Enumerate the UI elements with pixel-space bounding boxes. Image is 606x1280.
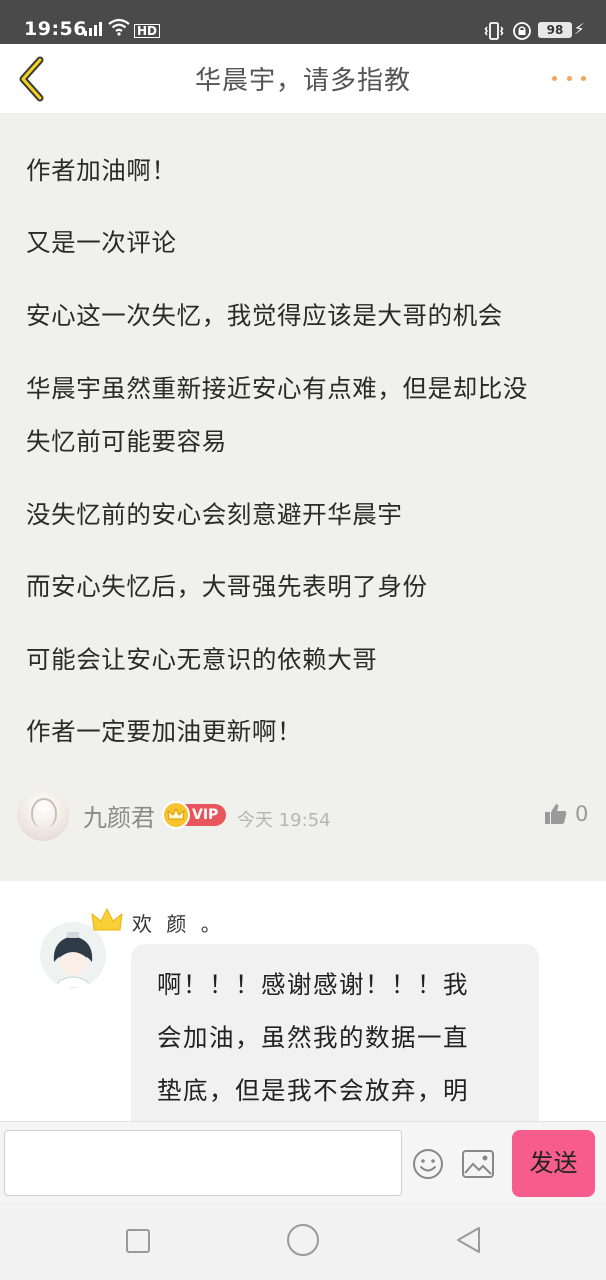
reply-line: 啊！！！感谢感谢！！！我 [157,970,469,999]
crown-icon [162,801,190,829]
reply-line: 垫底，但是我不会放弃，明 [157,1076,469,1105]
comment-username[interactable]: 九颜君 [83,798,155,833]
back-triangle-icon[interactable] [454,1225,482,1255]
comment-line: 失忆前可能要容易 [26,427,227,456]
reply-bubble: 啊！！！感谢感谢！！！我 会加油，虽然我的数据一直 垫底，但是我不会放弃，明 [131,944,539,1134]
home-button[interactable] [287,1224,319,1256]
wifi-icon [108,18,130,36]
comment-timestamp: 今天 19:54 [237,810,331,831]
status-bar: 19:56 HD 98 ⚡ [0,0,606,44]
hd-badge: HD [134,24,161,38]
back-chevron-icon[interactable] [14,54,50,104]
like-count: 0 [575,802,589,826]
status-time: 19:56 [24,18,87,40]
comment-card: 作者加油啊！ 又是一次评论 安心这一次失忆，我觉得应该是大哥的机会 华晨宇虽然重… [0,114,606,881]
reply-line: 会加油，虽然我的数据一直 [157,1023,469,1052]
vip-badge: VIP [162,801,226,829]
image-icon[interactable] [461,1149,495,1179]
send-button[interactable]: 发送 [512,1130,595,1197]
emoji-icon[interactable] [412,1148,444,1180]
crown-icon [91,907,123,931]
comment-line: 作者加油啊！ [26,156,177,185]
vibrate-icon [484,22,504,40]
comment-line: 没失忆前的安心会刻意避开华晨宇 [26,500,403,529]
comment-line: 可能会让安心无意识的依赖大哥 [26,645,378,674]
page-title: 华晨宇，请多指教 [194,66,411,96]
comment-line: 作者一定要加油更新啊！ [26,717,303,746]
lock-rotation-icon [513,22,531,40]
comment-input[interactable] [4,1130,402,1196]
comment-input-bar: 发送 [0,1121,606,1201]
charging-icon: ⚡ [574,20,585,38]
comment-line: 安心这一次失忆，我觉得应该是大哥的机会 [26,301,503,330]
comment-line: 又是一次评论 [26,228,177,257]
reply-username[interactable]: 欢 颜 。 [132,908,225,937]
top-nav-bar: 华晨宇，请多指教 [0,44,606,114]
system-nav-bar [0,1201,606,1280]
thumbs-up-icon[interactable] [544,802,568,826]
comment-line: 而安心失忆后，大哥强先表明了身份 [26,572,428,601]
avatar[interactable] [17,789,69,841]
more-dots-icon[interactable] [552,76,586,84]
recent-apps-button[interactable] [126,1229,150,1253]
comment-line: 华晨宇虽然重新接近安心有点难，但是却比没 [26,374,528,403]
signal-icon [84,20,102,36]
battery-indicator: 98 [538,22,572,38]
